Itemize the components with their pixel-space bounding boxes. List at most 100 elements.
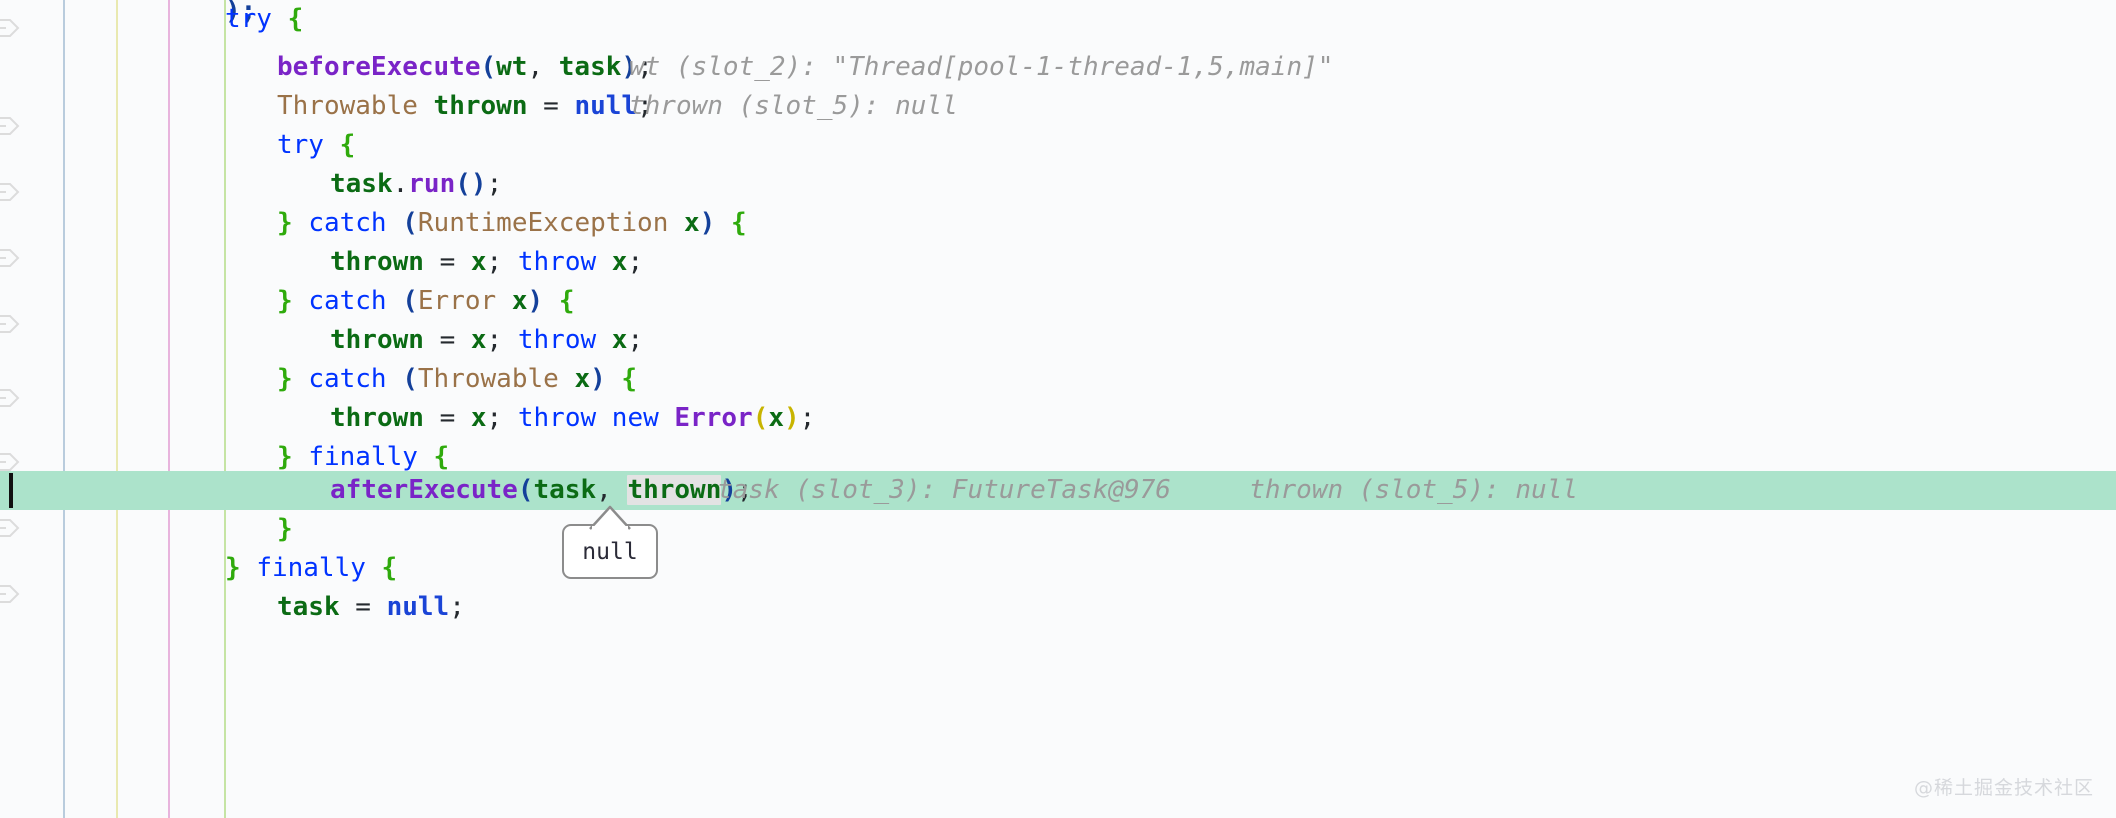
code-token: } <box>277 364 293 394</box>
code-line[interactable]: } finally { <box>0 549 2116 588</box>
code-token: { <box>339 130 356 160</box>
code-line[interactable]: thrown = x; throw new Error(x); <box>0 399 2116 438</box>
code-token: ( <box>517 475 534 505</box>
code-token: ; <box>799 403 816 433</box>
code-token: ( <box>752 403 769 433</box>
code-token: thrown <box>330 325 424 355</box>
code-token: x <box>470 325 487 355</box>
code-token: x <box>470 403 487 433</box>
code-token: { <box>621 364 638 394</box>
code-token: x <box>768 403 785 433</box>
code-token: finally <box>308 442 418 472</box>
code-token: ) <box>699 208 716 238</box>
code-token: { <box>433 442 450 472</box>
code-text: } catch (Throwable x) { <box>277 360 637 399</box>
code-text: task = null; <box>277 588 465 627</box>
code-text: } catch (Error x) { <box>277 282 574 321</box>
code-text: Throwable thrown = null; <box>277 87 653 126</box>
code-token: ( <box>480 52 497 82</box>
code-token: { <box>381 553 398 583</box>
highlighted-token[interactable]: thrown <box>627 475 722 505</box>
code-token: Throwable <box>277 91 418 121</box>
code-token: x <box>574 364 591 394</box>
code-line[interactable]: task = null; <box>0 588 2116 627</box>
code-token: ; <box>449 592 465 622</box>
code-token: ) <box>784 403 800 433</box>
code-token: Throwable <box>417 364 559 394</box>
code-token: ) <box>590 364 606 394</box>
code-token: ; <box>486 169 503 199</box>
code-token: try <box>225 4 272 34</box>
watermark: @稀土掘金技术社区 <box>1913 777 2094 799</box>
code-line[interactable]: try { <box>0 0 2116 39</box>
code-line[interactable]: thrown = x; throw x; <box>0 243 2116 282</box>
code-token: RuntimeException <box>417 208 669 238</box>
code-text: afterExecute(task, thrown); <box>330 471 753 510</box>
code-token: throw <box>517 247 597 277</box>
code-token: new <box>611 403 659 433</box>
value-tooltip: null <box>562 524 658 579</box>
tooltip-text: null <box>582 538 638 565</box>
code-token: wt <box>496 52 528 82</box>
code-token: , <box>527 52 559 82</box>
inline-debugger-hint: wt (slot_2): "Thread[pool-1-thread-1,5,m… <box>629 52 1334 82</box>
code-text: beforeExecute(wt, task); <box>277 48 653 87</box>
code-token: try <box>277 130 324 160</box>
code-token: ; <box>486 247 518 277</box>
code-line[interactable]: try { <box>0 126 2116 165</box>
code-token: = <box>439 325 456 355</box>
code-editor[interactable]: ); try {beforeExecute(wt, task); wt (slot_… <box>0 0 2116 818</box>
code-line[interactable]: thrown = x; throw x; <box>0 321 2116 360</box>
inline-debugger-hint: task (slot_3): FutureTask@976 thrown (sl… <box>717 475 1578 505</box>
code-text: thrown = x; throw x; <box>330 243 643 282</box>
code-token: task <box>330 169 393 199</box>
code-line-current[interactable]: afterExecute(task, thrown); task (slot_3)… <box>0 471 2116 510</box>
code-line[interactable]: } catch (Throwable x) { <box>0 360 2116 399</box>
code-token: throw <box>517 325 597 355</box>
code-line[interactable]: task.run(); <box>0 165 2116 204</box>
text-caret <box>9 473 13 508</box>
code-token: beforeExecute <box>277 52 481 82</box>
code-token: } <box>277 514 293 544</box>
code-token: = <box>543 91 559 121</box>
code-text: thrown = x; throw x; <box>330 321 643 360</box>
code-token: catch <box>308 286 387 316</box>
code-token: . <box>392 169 409 199</box>
code-line[interactable]: } <box>0 510 2116 549</box>
code-token: finally <box>256 553 366 583</box>
code-line[interactable]: Throwable thrown = null; thrown (slot_5):… <box>0 87 2116 126</box>
code-token: catch <box>308 208 387 238</box>
code-token: ; <box>627 247 644 277</box>
code-token: ) <box>527 286 544 316</box>
code-token: Error <box>674 403 753 433</box>
code-line[interactable]: } catch (RuntimeException x) { <box>0 204 2116 243</box>
code-token: = <box>439 247 456 277</box>
tooltip-pointer-icon <box>589 505 631 530</box>
code-token: ; <box>486 403 518 433</box>
code-line[interactable]: } catch (Error x) { <box>0 282 2116 321</box>
code-token: } <box>277 208 293 238</box>
inline-debugger-hint: thrown (slot_5): null <box>629 91 958 121</box>
code-token: catch <box>308 364 387 394</box>
code-line[interactable]: beforeExecute(wt, task); wt (slot_2): "Th… <box>0 48 2116 87</box>
